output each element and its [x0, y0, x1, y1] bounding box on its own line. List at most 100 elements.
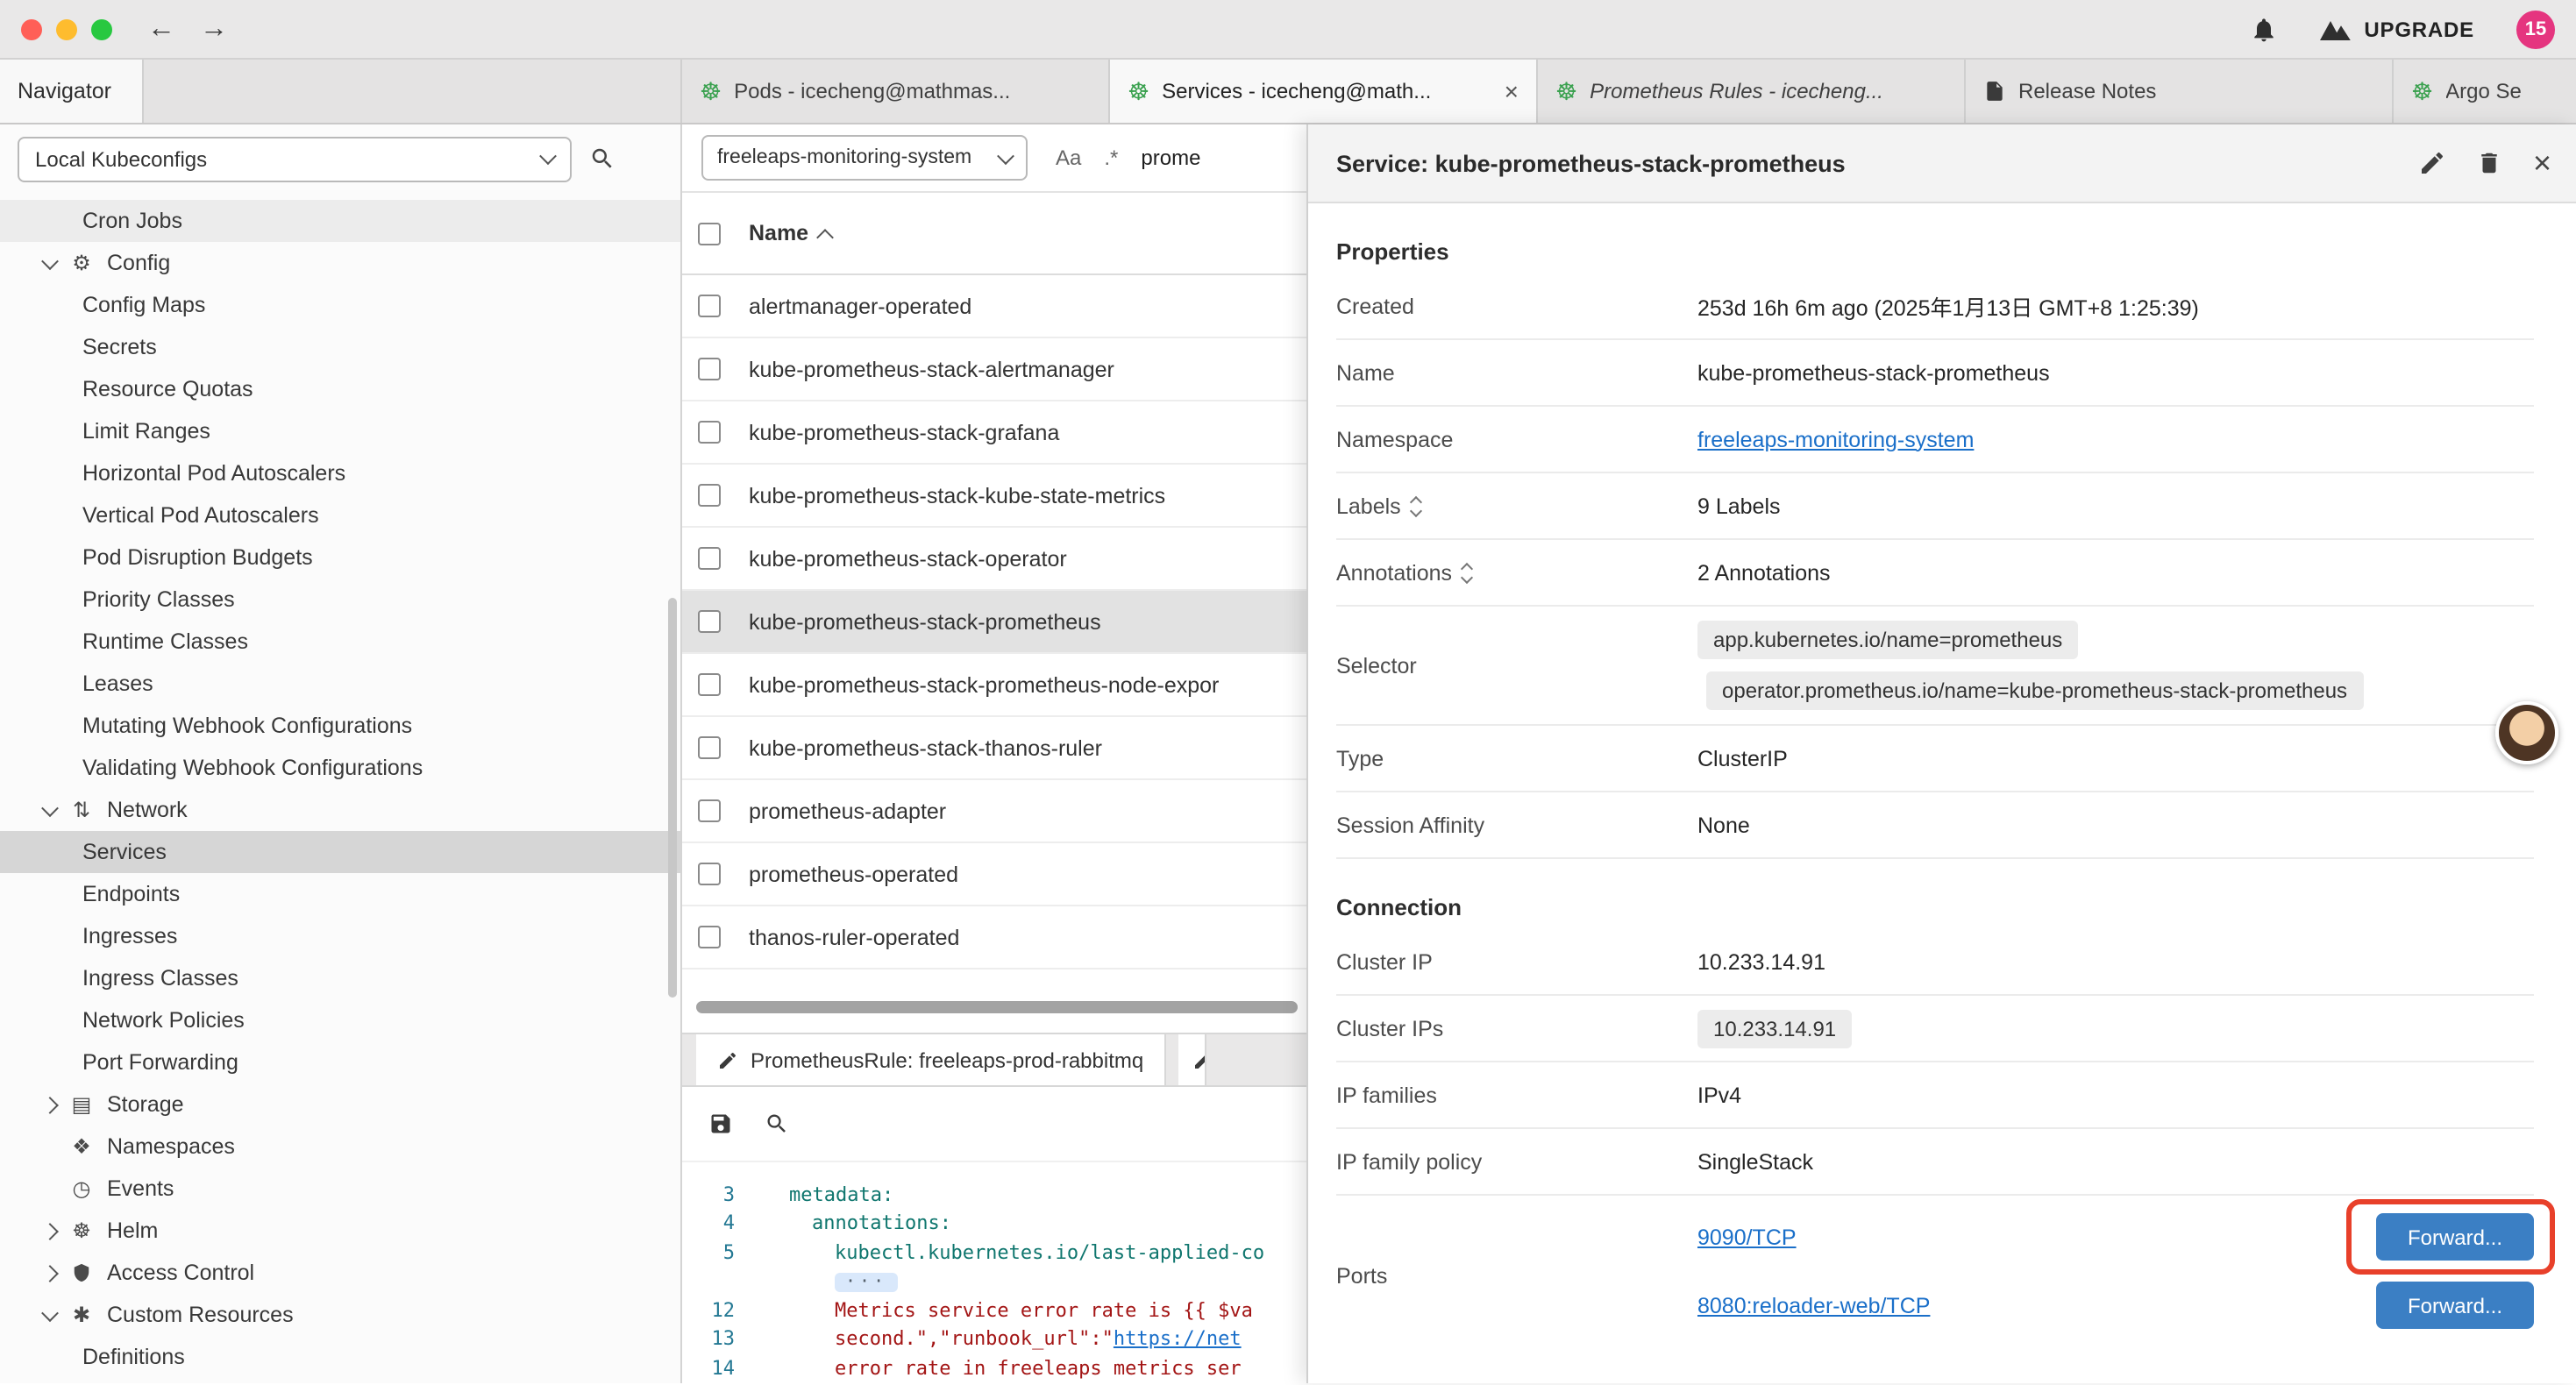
- tab-close-icon[interactable]: ×: [1498, 77, 1519, 105]
- table-row[interactable]: kube-prometheus-stack-alertmanager: [682, 338, 1306, 401]
- maximize-window-button[interactable]: [91, 18, 112, 39]
- sidebar-item-network-policies[interactable]: Network Policies: [0, 999, 680, 1041]
- save-icon[interactable]: [708, 1112, 733, 1136]
- document-icon: [1983, 79, 2006, 103]
- sidebar-item-vertical-pod-autoscalers[interactable]: Vertical Pod Autoscalers: [0, 494, 680, 536]
- sidebar-item-horizontal-pod-autoscalers[interactable]: Horizontal Pod Autoscalers: [0, 452, 680, 494]
- back-arrow-icon[interactable]: ←: [147, 15, 175, 43]
- match-case-toggle[interactable]: Aa: [1056, 146, 1081, 170]
- table-row[interactable]: alertmanager-operated: [682, 275, 1306, 338]
- forward-button[interactable]: Forward...: [2376, 1213, 2534, 1261]
- table-row[interactable]: kube-prometheus-stack-thanos-ruler: [682, 717, 1306, 780]
- drawer-close-icon[interactable]: ×: [2533, 147, 2551, 179]
- sidebar-scrollbar[interactable]: [668, 598, 677, 998]
- name-value: kube-prometheus-stack-prometheus: [1697, 360, 2050, 385]
- forward-arrow-icon[interactable]: →: [200, 15, 228, 43]
- sidebar-group-network[interactable]: ⇅Network: [0, 789, 680, 831]
- folded-region-indicator[interactable]: ···: [747, 1270, 898, 1293]
- sidebar-item-leases[interactable]: Leases: [0, 663, 680, 705]
- name-row: Name kube-prometheus-stack-prometheus: [1336, 340, 2534, 407]
- search-input[interactable]: prome: [1141, 146, 1200, 170]
- sidebar-item-cron-jobs[interactable]: Cron Jobs: [0, 200, 680, 242]
- sidebar-item-ingress-classes[interactable]: Ingress Classes: [0, 957, 680, 999]
- kubernetes-icon: ☸: [2411, 79, 2433, 103]
- sidebar-group-access-control[interactable]: Access Control: [0, 1252, 680, 1294]
- row-checkbox[interactable]: [698, 673, 721, 696]
- sidebar-item-port-forwarding[interactable]: Port Forwarding: [0, 1041, 680, 1083]
- select-all-checkbox[interactable]: [698, 222, 721, 245]
- tab-services[interactable]: ☸ Services - icecheng@math... ×: [1110, 60, 1538, 123]
- sidebar-item-resource-quotas[interactable]: Resource Quotas: [0, 368, 680, 410]
- code-line: Metrics service error rate is {{ $va: [747, 1299, 1253, 1322]
- edit-pencil-icon[interactable]: [2419, 149, 2447, 177]
- expand-collapse-icon[interactable]: [1412, 497, 1420, 515]
- tab-prometheus-rules[interactable]: ☸ Prometheus Rules - icecheng...: [1538, 60, 1966, 123]
- sidebar-item-mutating-webhook-configurations[interactable]: Mutating Webhook Configurations: [0, 705, 680, 747]
- port-link-9090[interactable]: 9090/TCP: [1697, 1225, 1797, 1249]
- forward-button[interactable]: Forward...: [2376, 1282, 2534, 1329]
- notification-count-badge[interactable]: 15: [2516, 10, 2555, 48]
- search-icon[interactable]: [589, 146, 616, 172]
- namespace-link[interactable]: freeleaps-monitoring-system: [1697, 427, 1974, 451]
- close-window-button[interactable]: [21, 18, 42, 39]
- row-checkbox[interactable]: [698, 484, 721, 507]
- sidebar-item-limit-ranges[interactable]: Limit Ranges: [0, 410, 680, 452]
- row-checkbox[interactable]: [698, 295, 721, 317]
- sidebar-group-custom-resources[interactable]: ✱Custom Resources: [0, 1294, 680, 1336]
- port-link-8080[interactable]: 8080:reloader-web/TCP: [1697, 1293, 1930, 1318]
- row-checkbox[interactable]: [698, 610, 721, 633]
- notifications-bell-icon[interactable]: [2250, 15, 2278, 43]
- navigator-panel-tab[interactable]: Navigator: [0, 60, 144, 123]
- tab-release-notes[interactable]: Release Notes: [1966, 60, 2394, 123]
- sidebar-item-definitions[interactable]: Definitions: [0, 1336, 680, 1378]
- sidebar-item-runtime-classes[interactable]: Runtime Classes: [0, 621, 680, 663]
- table-row[interactable]: kube-prometheus-stack-prometheus-node-ex…: [682, 654, 1306, 717]
- table-row[interactable]: prometheus-adapter: [682, 780, 1306, 843]
- row-checkbox[interactable]: [698, 926, 721, 948]
- sidebar-group-helm[interactable]: ☸Helm: [0, 1210, 680, 1252]
- row-checkbox[interactable]: [698, 358, 721, 380]
- sidebar-item-endpoints[interactable]: Endpoints: [0, 873, 680, 915]
- scrollbar-thumb[interactable]: [696, 1001, 1298, 1013]
- sidebar-item-secrets[interactable]: Secrets: [0, 326, 680, 368]
- row-checkbox[interactable]: [698, 799, 721, 822]
- row-checkbox[interactable]: [698, 547, 721, 570]
- sidebar-item-ingresses[interactable]: Ingresses: [0, 915, 680, 957]
- table-row-selected[interactable]: kube-prometheus-stack-prometheus: [682, 591, 1306, 654]
- horizontal-scrollbar[interactable]: [682, 1001, 1306, 1015]
- sidebar-group-config[interactable]: ⚙Config: [0, 242, 680, 284]
- row-checkbox[interactable]: [698, 421, 721, 444]
- sidebar-item-events[interactable]: ◷Events: [0, 1168, 680, 1210]
- search-icon[interactable]: [765, 1112, 789, 1136]
- yaml-editor[interactable]: 3metadata: 4annotations: 5kubectl.kubern…: [682, 1162, 1306, 1383]
- kubeconfig-select[interactable]: Local Kubeconfigs: [18, 136, 572, 181]
- row-checkbox[interactable]: [698, 736, 721, 759]
- upgrade-button[interactable]: UPGRADE: [2320, 17, 2474, 41]
- table-row[interactable]: kube-prometheus-stack-operator: [682, 528, 1306, 591]
- delete-trash-icon[interactable]: [2477, 149, 2503, 177]
- pencil-icon: [717, 1049, 738, 1070]
- table-row[interactable]: prometheus-operated: [682, 843, 1306, 906]
- tab-bar: Navigator ☸ Pods - icecheng@mathmas... ☸…: [0, 60, 2576, 124]
- dock-tab-partial[interactable]: [1178, 1034, 1206, 1085]
- table-row[interactable]: thanos-ruler-operated: [682, 906, 1306, 970]
- sidebar-group-storage[interactable]: ▤Storage: [0, 1083, 680, 1126]
- sidebar-item-config-maps[interactable]: Config Maps: [0, 284, 680, 326]
- table-row[interactable]: kube-prometheus-stack-kube-state-metrics: [682, 465, 1306, 528]
- name-column-header[interactable]: Name: [749, 221, 831, 245]
- sidebar-item-namespaces[interactable]: ❖Namespaces: [0, 1126, 680, 1168]
- row-checkbox[interactable]: [698, 863, 721, 885]
- namespace-select[interactable]: freeleaps-monitoring-system: [701, 135, 1028, 181]
- regex-toggle[interactable]: .*: [1104, 146, 1118, 170]
- sidebar-item-pod-disruption-budgets[interactable]: Pod Disruption Budgets: [0, 536, 680, 579]
- sidebar-item-services[interactable]: Services: [0, 831, 680, 873]
- tab-pods[interactable]: ☸ Pods - icecheng@mathmas...: [682, 60, 1110, 123]
- minimize-window-button[interactable]: [56, 18, 77, 39]
- sidebar-item-priority-classes[interactable]: Priority Classes: [0, 579, 680, 621]
- dock-tab-prometheusrule[interactable]: PrometheusRule: freeleaps-prod-rabbitmq: [696, 1034, 1166, 1085]
- sidebar-item-validating-webhook-configurations[interactable]: Validating Webhook Configurations: [0, 747, 680, 789]
- user-avatar[interactable]: [2495, 701, 2558, 764]
- expand-collapse-icon[interactable]: [1462, 564, 1471, 581]
- tab-argo[interactable]: ☸ Argo Se: [2394, 60, 2576, 123]
- table-row[interactable]: kube-prometheus-stack-grafana: [682, 401, 1306, 465]
